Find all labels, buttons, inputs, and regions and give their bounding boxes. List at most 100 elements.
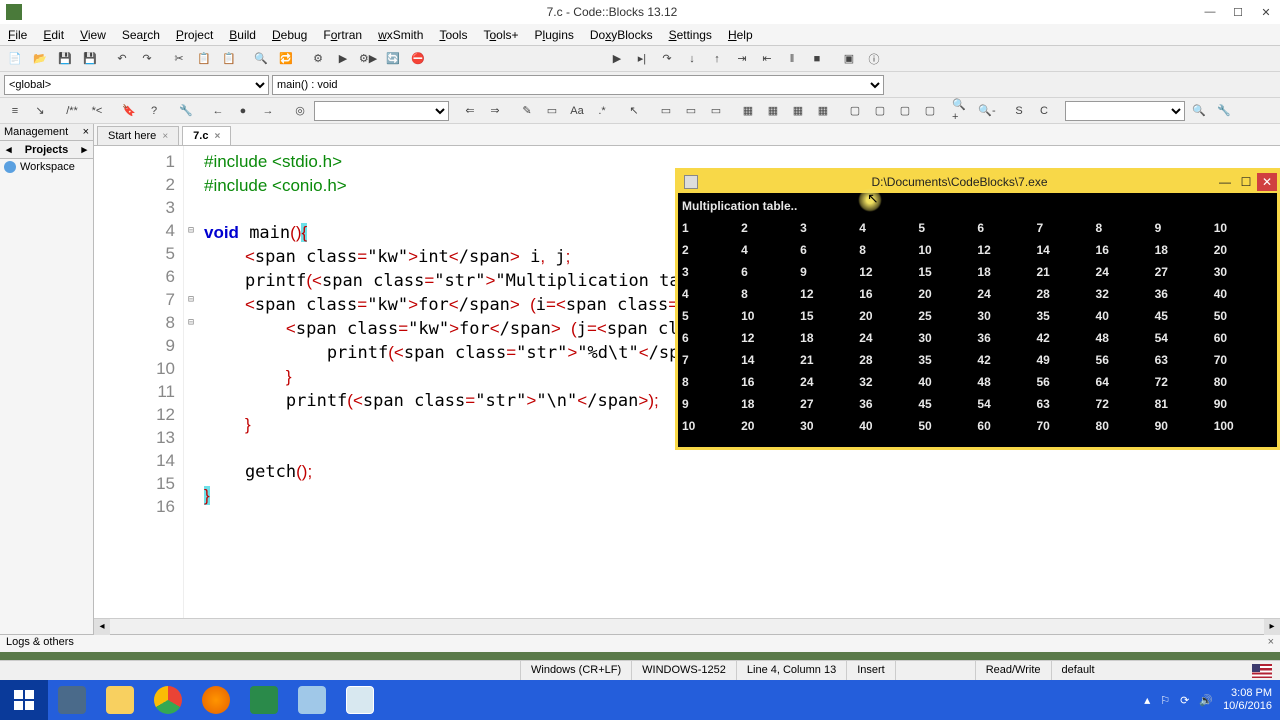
find-icon[interactable]: 🔍 xyxy=(250,48,272,70)
taskbar-codeblocks-icon[interactable] xyxy=(336,680,384,720)
menu-wxsmith[interactable]: wxSmith xyxy=(370,25,431,45)
forward-icon[interactable]: → xyxy=(257,100,279,122)
close-button[interactable]: ✕ xyxy=(1252,2,1280,22)
next-instr-icon[interactable]: ⇥ xyxy=(731,48,753,70)
win1-icon[interactable]: ▢ xyxy=(844,100,866,122)
scope-func-select[interactable]: main() : void xyxy=(272,75,884,95)
tray-expand-icon[interactable]: ▴ xyxy=(1144,693,1150,707)
win2-icon[interactable]: ▢ xyxy=(869,100,891,122)
grid4-icon[interactable]: ▦ xyxy=(812,100,834,122)
menu-project[interactable]: Project xyxy=(168,25,221,45)
debug-run-icon[interactable]: ▶ xyxy=(606,48,628,70)
ptr-icon[interactable]: ↖ xyxy=(623,100,645,122)
build-run-icon[interactable]: ⚙▶ xyxy=(357,48,379,70)
maximize-button[interactable]: ☐ xyxy=(1224,2,1252,22)
last-icon[interactable]: ● xyxy=(232,100,254,122)
save-icon[interactable]: 💾 xyxy=(54,48,76,70)
settings-icon[interactable]: 🔧 xyxy=(1213,100,1235,122)
menu-debug[interactable]: Debug xyxy=(264,25,315,45)
menu-search[interactable]: Search xyxy=(114,25,168,45)
menu-tools[interactable]: Tools xyxy=(431,25,475,45)
s-icon[interactable]: S xyxy=(1008,100,1030,122)
text-icon[interactable]: Aa xyxy=(566,100,588,122)
nav-back-icon[interactable]: ⇐ xyxy=(459,100,481,122)
logs-panel-header[interactable]: Logs & others × xyxy=(0,634,1280,652)
search-go-icon[interactable]: 🔍 xyxy=(1188,100,1210,122)
menu-toolsplus[interactable]: Tools+ xyxy=(475,25,526,45)
locale-flag-icon[interactable] xyxy=(1252,664,1272,678)
comment-icon[interactable]: /** xyxy=(61,100,83,122)
horizontal-scrollbar[interactable]: ◂ ▸ xyxy=(94,618,1280,634)
menu-view[interactable]: View xyxy=(72,25,114,45)
menu-doxyblocks[interactable]: DoxyBlocks xyxy=(582,25,661,45)
step-out-icon[interactable]: ↑ xyxy=(706,48,728,70)
workspace-item[interactable]: Workspace xyxy=(0,159,93,175)
console-titlebar[interactable]: D:\Documents\CodeBlocks\7.exe — ☐ ✕ xyxy=(678,171,1277,193)
start-button[interactable] xyxy=(0,680,48,720)
win4-icon[interactable]: ▢ xyxy=(919,100,941,122)
paste-icon[interactable]: 📋 xyxy=(218,48,240,70)
stop-icon[interactable]: ■ xyxy=(806,48,828,70)
taskbar-firefox-icon[interactable] xyxy=(192,680,240,720)
menu-plugins[interactable]: Plugins xyxy=(527,25,582,45)
logs-close-icon[interactable]: × xyxy=(1268,636,1274,651)
select-icon[interactable]: ▭ xyxy=(541,100,563,122)
grid3-icon[interactable]: ▦ xyxy=(787,100,809,122)
comment2-icon[interactable]: *< xyxy=(86,100,108,122)
info-icon[interactable]: ⓘ xyxy=(863,48,885,70)
jump-icon[interactable]: ↘ xyxy=(29,100,51,122)
scroll-right-icon[interactable]: ▸ xyxy=(1264,619,1280,635)
block3-icon[interactable]: ▭ xyxy=(705,100,727,122)
target-select[interactable] xyxy=(314,101,449,121)
step-into-icon[interactable]: ↓ xyxy=(681,48,703,70)
zoom-in-icon[interactable]: 🔍+ xyxy=(951,100,973,122)
search-select[interactable] xyxy=(1065,101,1185,121)
wrench-icon[interactable]: 🔧 xyxy=(175,100,197,122)
win3-icon[interactable]: ▢ xyxy=(894,100,916,122)
open-file-icon[interactable]: 📂 xyxy=(29,48,51,70)
tray-volume-icon[interactable]: 🔊 xyxy=(1199,694,1213,707)
projects-tab[interactable]: ◂Projects▸ xyxy=(0,141,93,159)
menu-help[interactable]: Help xyxy=(720,25,761,45)
highlight-icon[interactable]: ✎ xyxy=(516,100,538,122)
bookmark-icon[interactable]: 🔖 xyxy=(118,100,140,122)
taskbar-chrome-icon[interactable] xyxy=(144,680,192,720)
grid1-icon[interactable]: ▦ xyxy=(737,100,759,122)
taskbar-explorer-icon[interactable] xyxy=(96,680,144,720)
console-close-button[interactable]: ✕ xyxy=(1257,173,1277,191)
block2-icon[interactable]: ▭ xyxy=(680,100,702,122)
save-all-icon[interactable]: 💾 xyxy=(79,48,101,70)
toggle-source-icon[interactable]: ≡ xyxy=(4,100,26,122)
block1-icon[interactable]: ▭ xyxy=(655,100,677,122)
minimize-button[interactable]: — xyxy=(1196,2,1224,22)
tab-7c[interactable]: 7.c × xyxy=(182,126,231,145)
management-close-icon[interactable]: × xyxy=(83,126,89,138)
close-icon[interactable]: × xyxy=(214,131,220,142)
scroll-left-icon[interactable]: ◂ xyxy=(94,619,110,635)
step-instr-icon[interactable]: ⇤ xyxy=(756,48,778,70)
system-tray[interactable]: ▴ ⚐ ⟳ 🔊 3:08 PM 10/6/2016 xyxy=(1144,687,1280,713)
help-icon[interactable]: ? xyxy=(143,100,165,122)
undo-icon[interactable]: ↶ xyxy=(111,48,133,70)
regex-icon[interactable]: .* xyxy=(591,100,613,122)
console-minimize-button[interactable]: — xyxy=(1215,173,1235,191)
taskbar-app1-icon[interactable] xyxy=(240,680,288,720)
target-icon[interactable]: ◎ xyxy=(289,100,311,122)
nav-fwd-icon[interactable]: ⇒ xyxy=(484,100,506,122)
debug-windows-icon[interactable]: ▣ xyxy=(838,48,860,70)
cut-icon[interactable]: ✂ xyxy=(168,48,190,70)
tray-action-center-icon[interactable]: ⚐ xyxy=(1160,694,1170,707)
copy-icon[interactable]: 📋 xyxy=(193,48,215,70)
redo-icon[interactable]: ↷ xyxy=(136,48,158,70)
menu-fortran[interactable]: Fortran xyxy=(315,25,370,45)
taskbar-vbox-icon[interactable] xyxy=(48,680,96,720)
next-line-icon[interactable]: ↷ xyxy=(656,48,678,70)
menu-build[interactable]: Build xyxy=(221,25,264,45)
c-icon[interactable]: C xyxy=(1033,100,1055,122)
tab-start-here[interactable]: Start here × xyxy=(97,126,179,145)
run-to-cursor-icon[interactable]: ▸| xyxy=(631,48,653,70)
break-icon[interactable]: ‖ xyxy=(781,48,803,70)
rebuild-icon[interactable]: 🔄 xyxy=(382,48,404,70)
scope-global-select[interactable]: <global> xyxy=(4,75,269,95)
run-icon[interactable]: ▶ xyxy=(332,48,354,70)
